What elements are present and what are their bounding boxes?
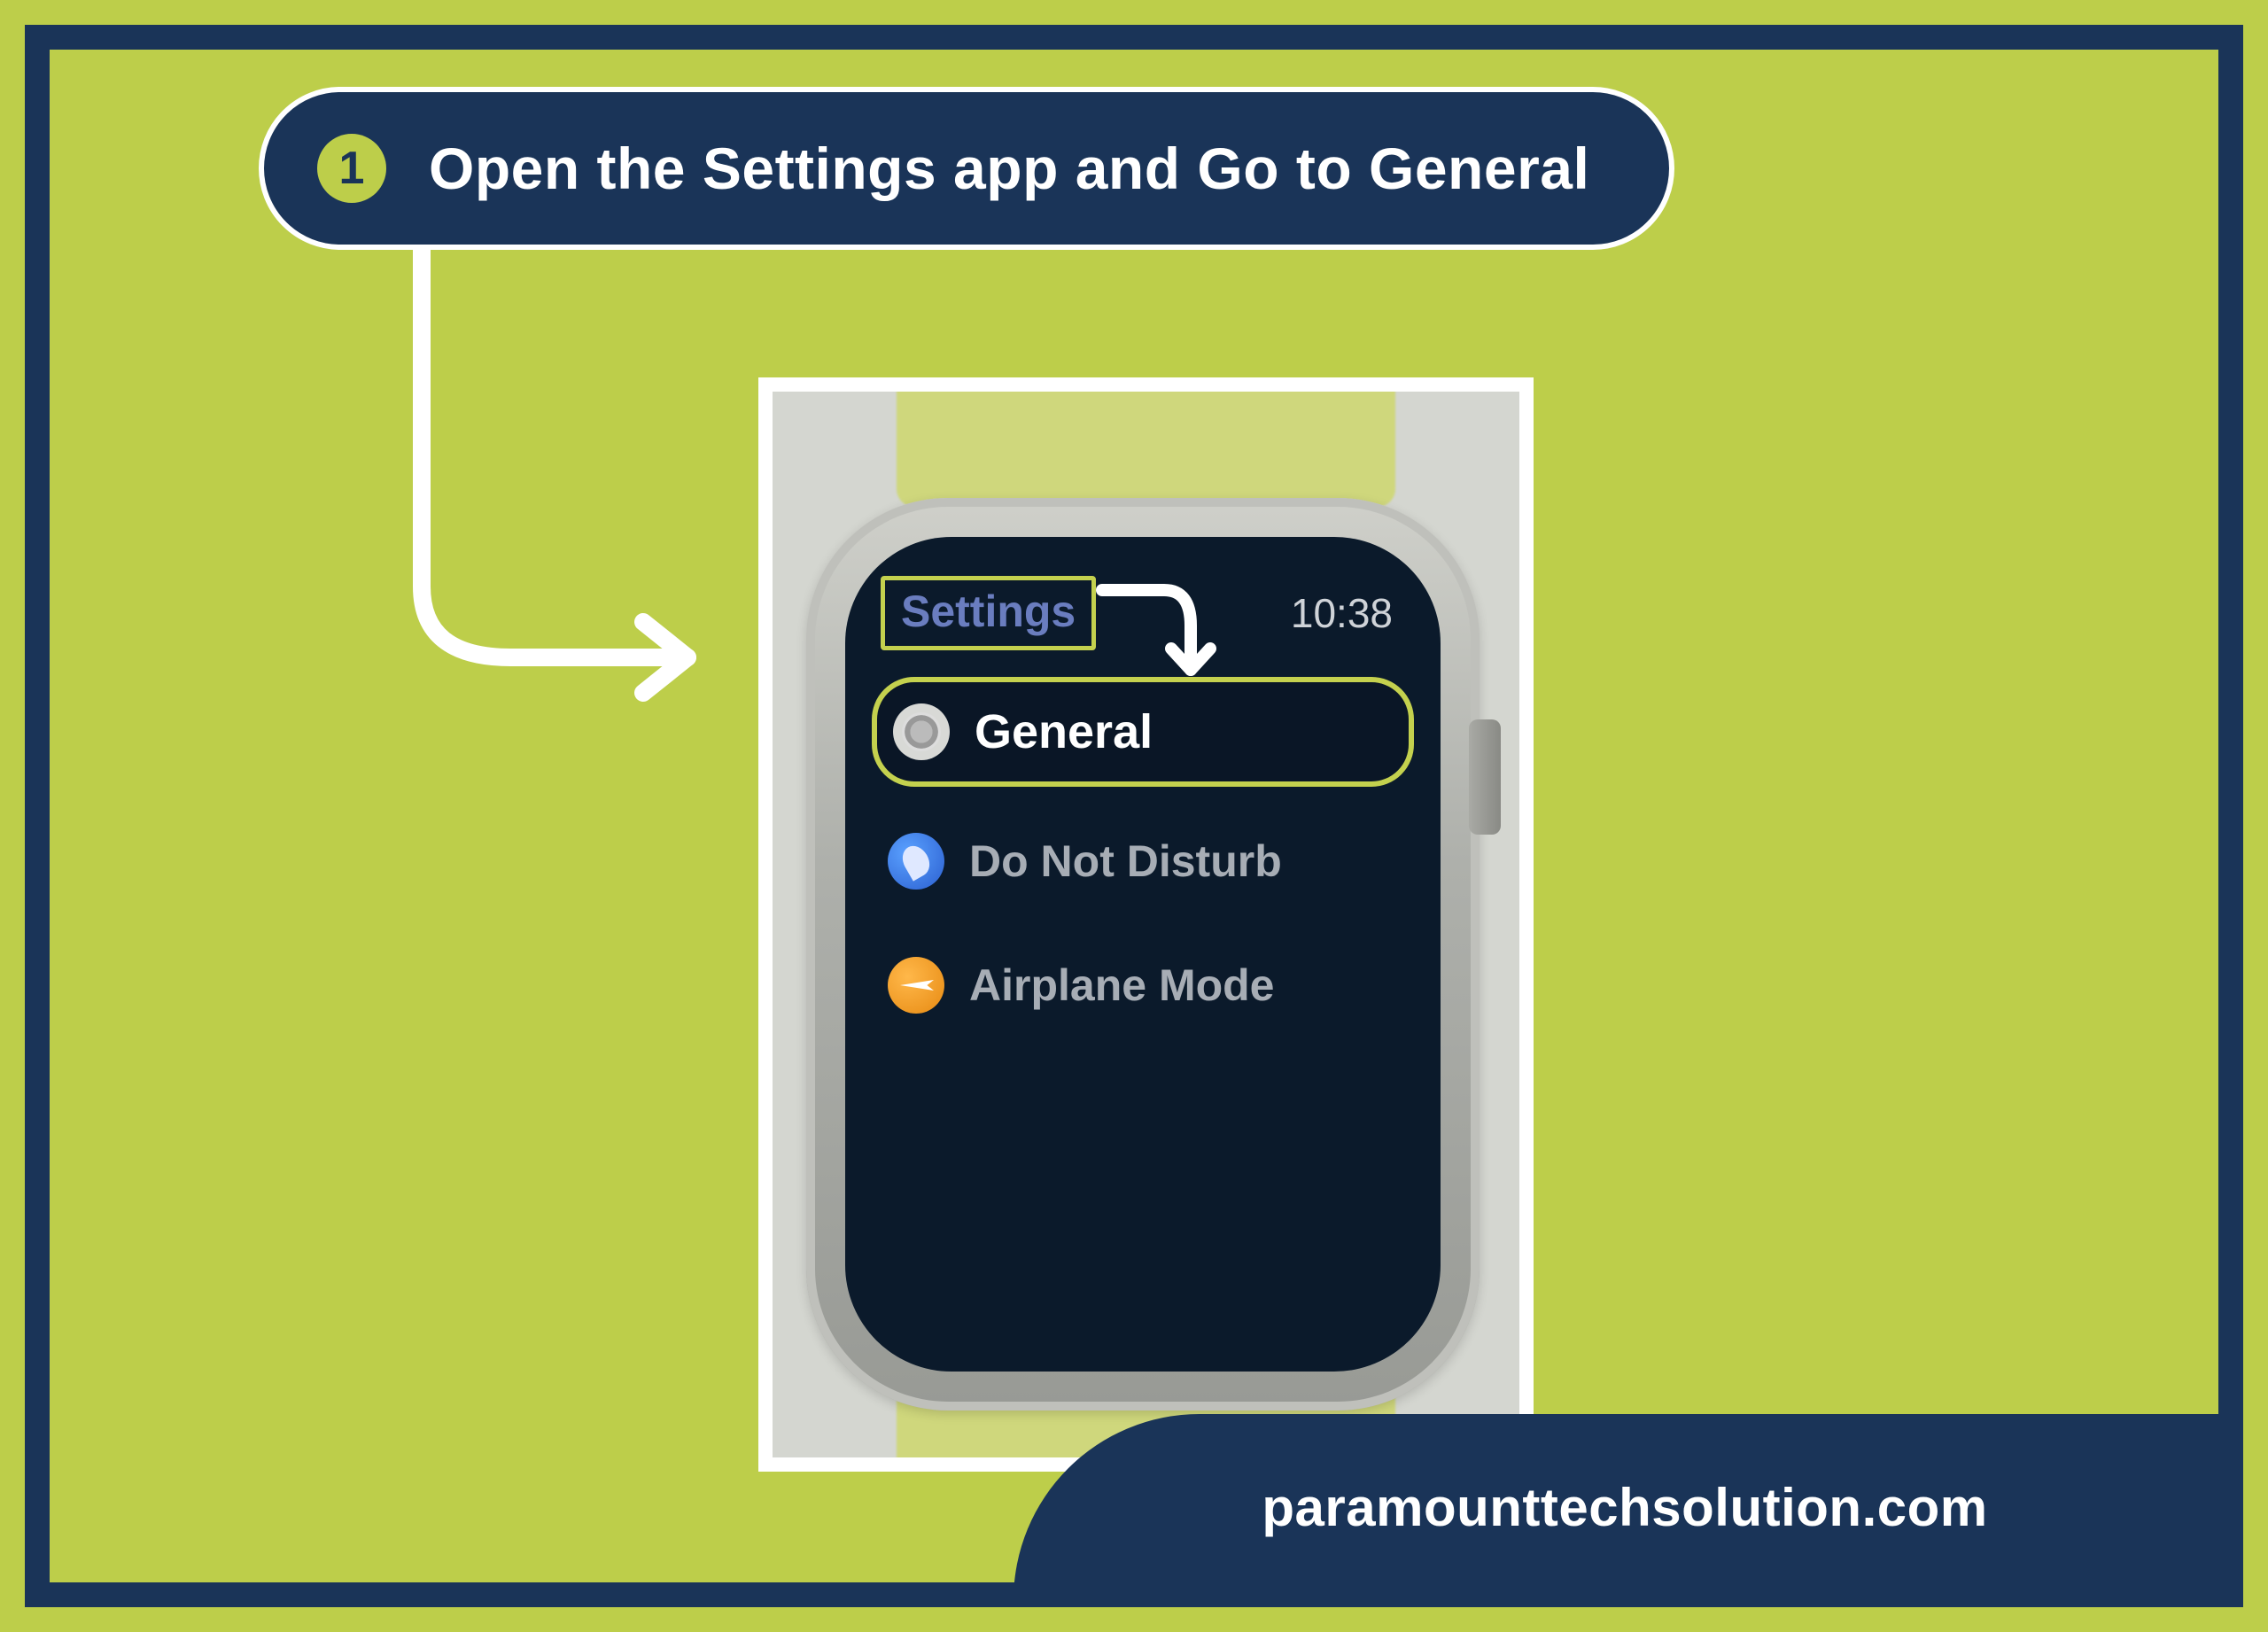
watch-case: Settings 10:38 General Do Not Distur [806,498,1480,1411]
content-frame: 1 Open the Settings app and Go to Genera… [25,25,2243,1607]
step-pill: 1 Open the Settings app and Go to Genera… [259,87,1674,250]
airplane-icon [888,957,944,1014]
step-title: Open the Settings app and Go to General [429,135,1589,202]
footer-attribution: paramounttechsolution.com [1014,1414,2236,1600]
menu-item-do-not-disturb[interactable]: Do Not Disturb [872,812,1414,911]
settings-header-label[interactable]: Settings [881,576,1096,650]
watch-screenshot-card: Settings 10:38 General Do Not Distur [758,377,1534,1472]
menu-item-airplane-mode[interactable]: Airplane Mode [872,936,1414,1035]
connector-arrow-icon [369,250,750,711]
menu-item-label: Do Not Disturb [969,835,1282,887]
menu-item-label: General [975,704,1153,759]
moon-icon [888,833,944,890]
watch-time: 10:38 [1291,589,1393,637]
settings-header-text: Settings [901,587,1076,636]
watch-header: Settings 10:38 [872,576,1414,650]
menu-item-general[interactable]: General [872,677,1414,787]
watch-screen: Settings 10:38 General Do Not Distur [845,537,1441,1372]
gear-icon [893,703,950,760]
watch-band-top [897,377,1395,507]
step-number-badge: 1 [317,134,386,203]
menu-item-label: Airplane Mode [969,960,1274,1011]
digital-crown [1469,719,1501,835]
footer-website: paramounttechsolution.com [1262,1477,1987,1538]
settings-menu: General Do Not Disturb Airplane Mode [872,677,1414,1035]
step-number: 1 [339,142,365,195]
